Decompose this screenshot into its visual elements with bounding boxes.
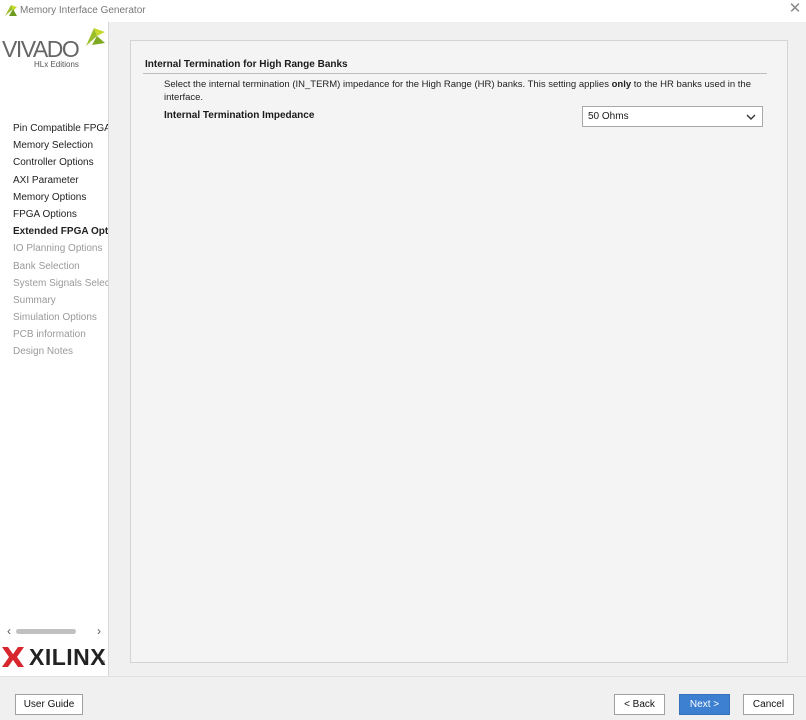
step-simulation-options: Simulation Options <box>13 312 97 324</box>
step-fpga-options[interactable]: FPGA Options <box>13 206 108 223</box>
xilinx-wordmark: XILINX <box>29 644 107 670</box>
wizard-sidebar: VIVADO HLx Editions Pin Compatible FPGAs… <box>0 22 108 676</box>
impedance-select-value: 50 Ohms <box>588 111 629 122</box>
vivado-logo: VIVADO HLx Editions <box>0 22 108 82</box>
vivado-leaf-icon <box>86 28 105 46</box>
description-text: Select the internal termination (IN_TERM… <box>164 79 612 90</box>
footer-divider <box>0 676 806 677</box>
step-memory-selection[interactable]: Memory Selection <box>13 137 108 154</box>
step-summary: Summary <box>13 294 56 306</box>
steps-horizontal-scrollbar[interactable]: ‹ › <box>4 625 104 638</box>
registered-mark: ® <box>100 661 105 667</box>
impedance-select[interactable]: 50 Ohms <box>582 106 763 127</box>
sidebar-divider <box>108 22 109 676</box>
step-controller-options[interactable]: Controller Options <box>13 154 108 171</box>
vivado-leaf-icon <box>5 5 17 16</box>
scroll-right-icon[interactable]: › <box>94 625 104 637</box>
window-titlebar: Memory Interface Generator ✕ <box>0 0 806 22</box>
back-button[interactable]: < Back <box>614 694 665 715</box>
chevron-down-icon <box>746 114 756 120</box>
step-io-planning-options: IO Planning Options <box>13 243 103 255</box>
scrollbar-thumb[interactable] <box>16 629 76 634</box>
step-system-signals-selection: System Signals Selection <box>13 277 108 289</box>
step-bank-selection: Bank Selection <box>13 260 80 272</box>
step-pcb-information: PCB information <box>13 329 86 341</box>
cancel-button[interactable]: Cancel <box>743 694 794 715</box>
step-extended-fpga-options[interactable]: Extended FPGA Options <box>13 223 108 240</box>
window-title: Memory Interface Generator <box>20 5 146 16</box>
xilinx-logo: XILINX ® <box>2 644 106 672</box>
step-memory-options[interactable]: Memory Options <box>13 189 108 206</box>
section-title: Internal Termination for High Range Bank… <box>145 59 348 70</box>
xilinx-x-icon <box>2 647 24 667</box>
vivado-edition: HLx Editions <box>34 60 79 69</box>
section-description: Select the internal termination (IN_TERM… <box>164 78 754 104</box>
step-axi-parameter[interactable]: AXI Parameter <box>13 172 108 189</box>
wizard-steps: Pin Compatible FPGAs Memory Selection Co… <box>13 120 108 361</box>
step-design-notes: Design Notes <box>13 346 74 358</box>
step-pin-compatible-fpgas[interactable]: Pin Compatible FPGAs <box>13 120 108 137</box>
description-emphasis: only <box>611 79 632 90</box>
next-button[interactable]: Next > <box>679 694 730 715</box>
user-guide-button[interactable]: User Guide <box>15 694 83 715</box>
scroll-left-icon[interactable]: ‹ <box>4 625 14 637</box>
section-divider <box>143 73 767 74</box>
close-icon[interactable]: ✕ <box>788 1 802 17</box>
settings-panel: Internal Termination for High Range Bank… <box>130 40 788 663</box>
vivado-wordmark: VIVADO <box>2 36 80 62</box>
impedance-label: Internal Termination Impedance <box>164 110 315 121</box>
